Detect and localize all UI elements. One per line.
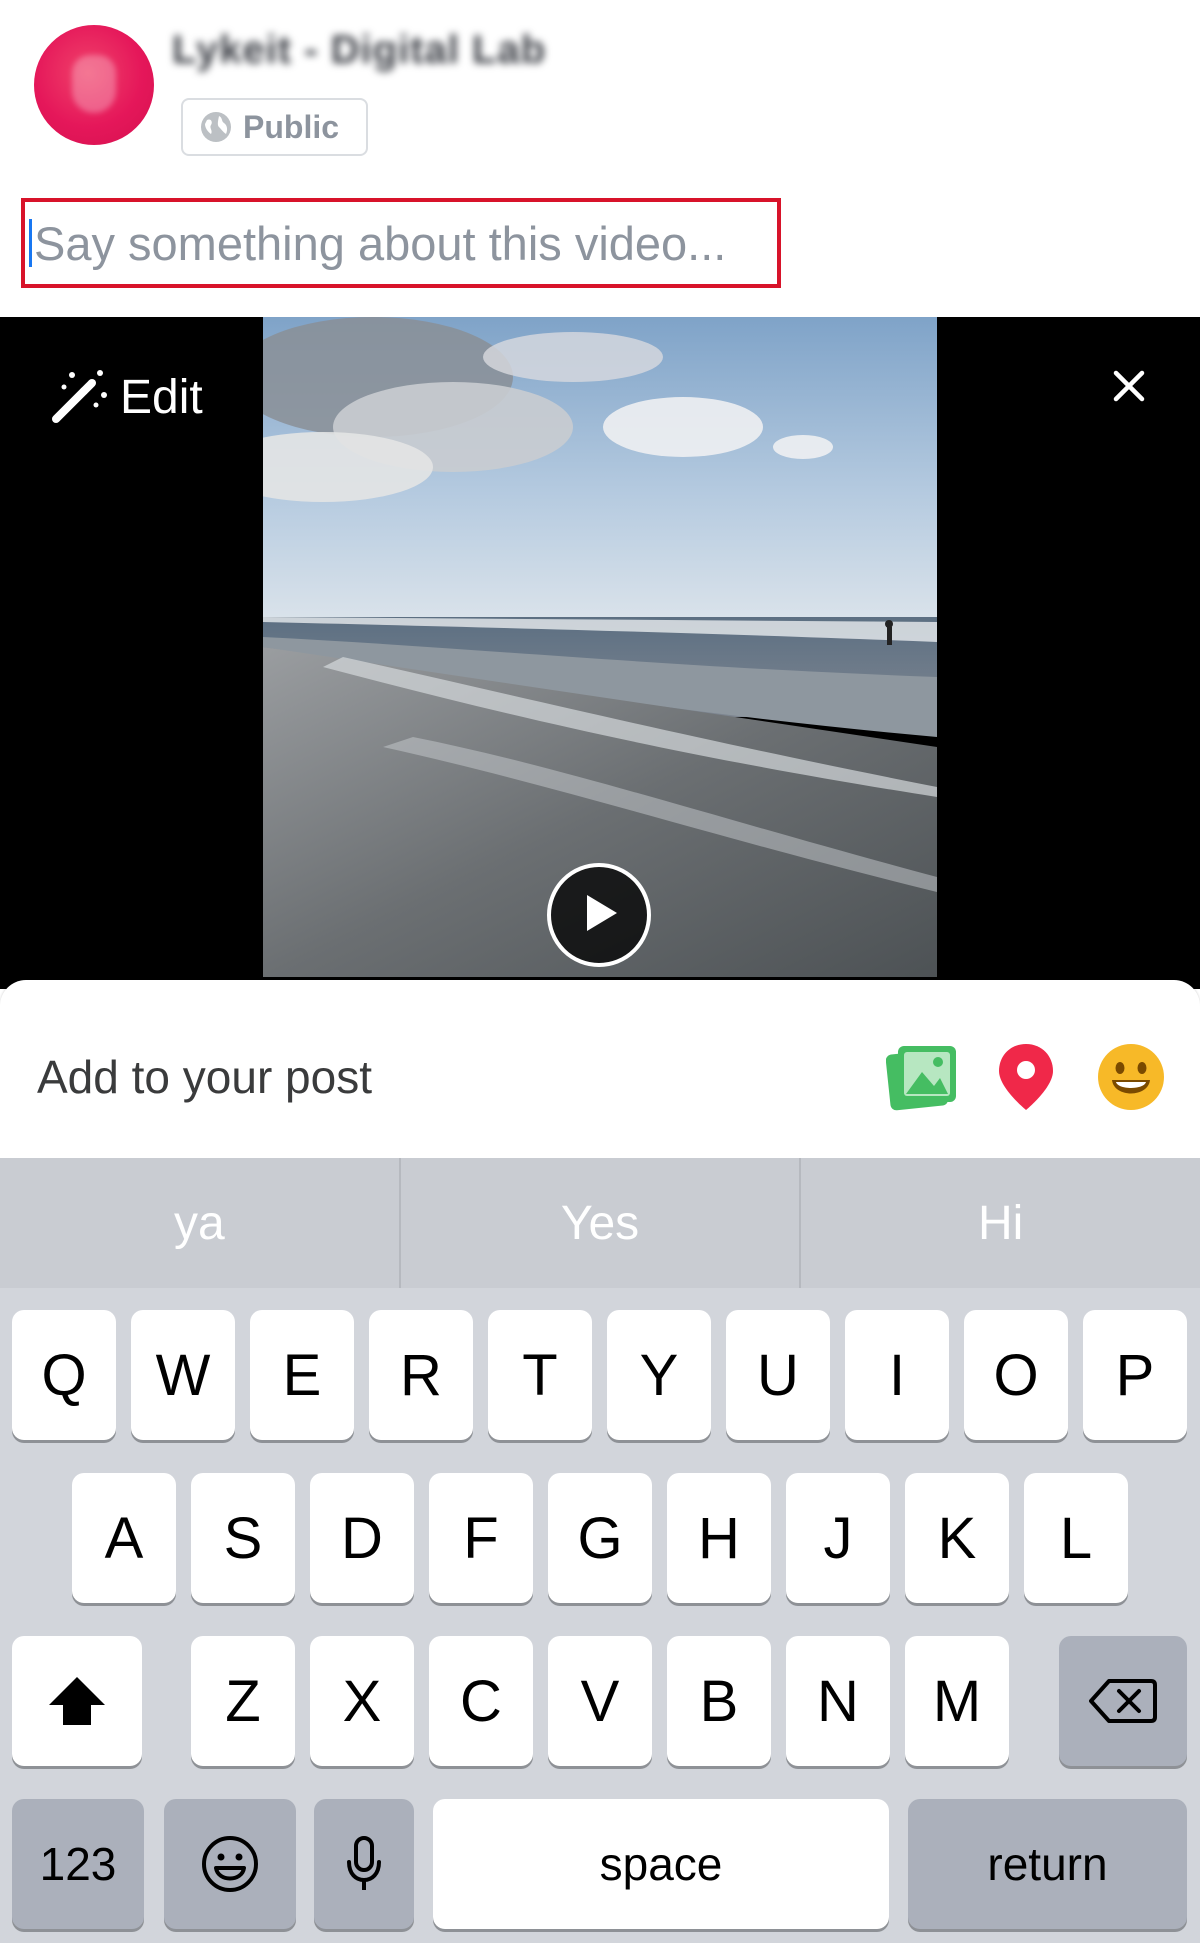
key-y[interactable]: Y — [607, 1310, 711, 1440]
key-d[interactable]: D — [310, 1473, 414, 1603]
key-w[interactable]: W — [131, 1310, 235, 1440]
backspace-key[interactable] — [1059, 1636, 1187, 1766]
key-j[interactable]: J — [786, 1473, 890, 1603]
privacy-label: Public — [243, 108, 340, 145]
key-z[interactable]: Z — [191, 1636, 295, 1766]
page-logo — [72, 55, 116, 113]
key-p[interactable]: P — [1083, 1310, 1187, 1440]
edit-video-button[interactable]: Edit — [50, 365, 203, 430]
key-n[interactable]: N — [786, 1636, 890, 1766]
magic-wand-icon — [50, 365, 110, 430]
add-to-post-bar[interactable]: Add to your post — [0, 980, 1200, 1160]
key-e[interactable]: E — [250, 1310, 354, 1440]
key-h[interactable]: H — [667, 1473, 771, 1603]
predictive-text-bar: ya Yes Hi — [0, 1158, 1200, 1288]
edit-label: Edit — [120, 371, 203, 424]
shift-icon — [47, 1675, 107, 1727]
post-text-input[interactable]: Say something about this video... — [21, 198, 781, 288]
key-v[interactable]: V — [548, 1636, 652, 1766]
close-icon — [1112, 369, 1146, 408]
key-q[interactable]: Q — [12, 1310, 116, 1440]
key-i[interactable]: I — [845, 1310, 949, 1440]
emoji-keyboard-key[interactable] — [164, 1799, 296, 1929]
play-icon — [577, 891, 621, 940]
privacy-selector[interactable]: Public — [181, 98, 368, 156]
key-s[interactable]: S — [191, 1473, 295, 1603]
numbers-key[interactable]: 123 — [12, 1799, 144, 1929]
key-a[interactable]: A — [72, 1473, 176, 1603]
text-cursor — [29, 219, 32, 267]
key-m[interactable]: M — [905, 1636, 1009, 1766]
suggestion-1[interactable]: ya — [0, 1158, 401, 1288]
key-o[interactable]: O — [964, 1310, 1068, 1440]
key-b[interactable]: B — [667, 1636, 771, 1766]
key-x[interactable]: X — [310, 1636, 414, 1766]
key-t[interactable]: T — [488, 1310, 592, 1440]
key-g[interactable]: G — [548, 1473, 652, 1603]
photo-icon[interactable] — [886, 1042, 958, 1112]
avatar[interactable] — [34, 25, 154, 145]
on-screen-keyboard: ya Yes Hi Q W E R T Y U I O P A S D F G … — [0, 1158, 1200, 1943]
globe-icon — [199, 110, 233, 144]
location-pin-icon[interactable] — [996, 1042, 1056, 1112]
key-u[interactable]: U — [726, 1310, 830, 1440]
key-c[interactable]: C — [429, 1636, 533, 1766]
space-key[interactable]: space — [433, 1799, 889, 1929]
suggestion-3[interactable]: Hi — [801, 1158, 1200, 1288]
emoji-icon — [200, 1834, 260, 1894]
remove-video-button[interactable] — [1104, 363, 1154, 413]
key-r[interactable]: R — [369, 1310, 473, 1440]
post-text-placeholder: Say something about this video... — [34, 216, 727, 270]
page-name[interactable]: Lykeit - Digital Lab — [172, 28, 546, 73]
add-to-post-label: Add to your post — [37, 1051, 372, 1103]
key-k[interactable]: K — [905, 1473, 1009, 1603]
shift-key[interactable] — [12, 1636, 142, 1766]
dictation-key[interactable] — [314, 1799, 414, 1929]
video-preview: Edit — [0, 317, 1200, 989]
delete-icon — [1089, 1677, 1157, 1725]
microphone-icon — [344, 1834, 384, 1894]
key-f[interactable]: F — [429, 1473, 533, 1603]
key-l[interactable]: L — [1024, 1473, 1128, 1603]
return-key[interactable]: return — [908, 1799, 1187, 1929]
play-button[interactable] — [547, 863, 651, 967]
suggestion-2[interactable]: Yes — [401, 1158, 802, 1288]
emoji-icon[interactable] — [1096, 1042, 1166, 1112]
